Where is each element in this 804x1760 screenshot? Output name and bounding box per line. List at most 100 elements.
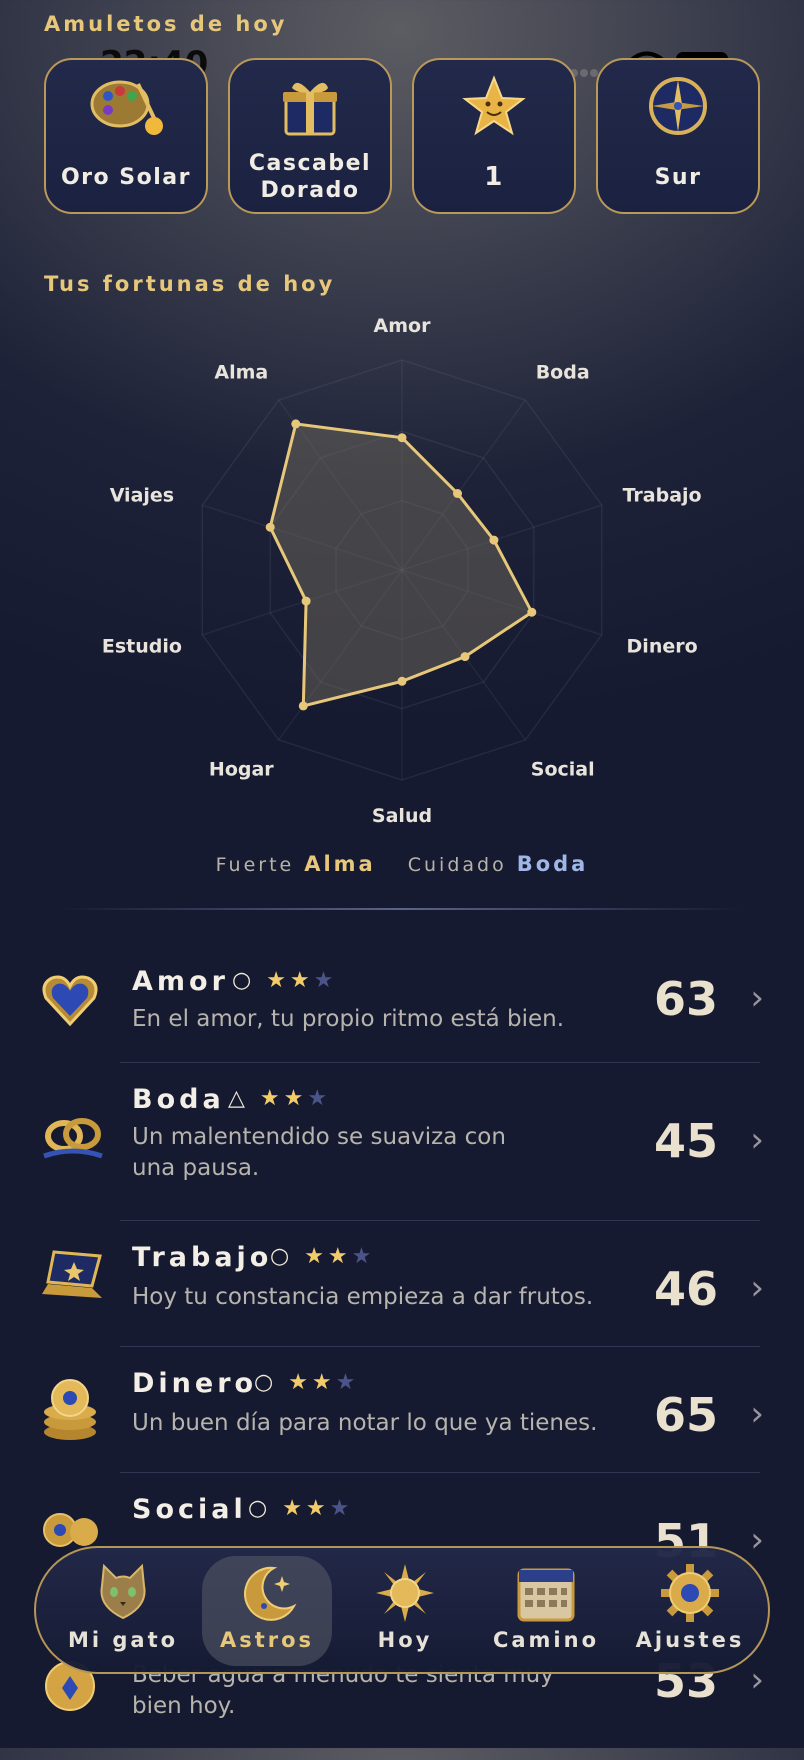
fortune-score: 63 [653, 972, 718, 1026]
fortune-rating: ○ ★★★ [254, 1370, 359, 1395]
fortune-name: Boda [132, 1084, 225, 1115]
fortune-name: Social [132, 1494, 247, 1525]
radar-axis-label-estudio: Estudio [102, 636, 182, 658]
star-filled-icon: ★★ [282, 1496, 330, 1521]
radar-axis-label-social: Social [531, 758, 595, 780]
radar-series-area [268, 422, 534, 708]
star-empty-icon: ★ [351, 1244, 376, 1269]
fortune-score: 46 [653, 1262, 718, 1316]
fortune-row-salud[interactable]: Beber agua a menudo te sienta muy bien h… [0, 1654, 804, 1760]
fortune-mark: ○ [254, 1370, 278, 1395]
radar-point-estudio [301, 596, 311, 606]
fortune-row-boda[interactable]: Boda △ ★★★ Un malentendido se suaviza co… [0, 1068, 804, 1218]
star-filled-icon: ★★ [266, 968, 314, 993]
coins-icon [44, 1379, 96, 1440]
fortune-row-trabajo[interactable]: Trabajo ○ ★★★ Hoy tu constancia empieza … [0, 1226, 804, 1346]
fortune-row-amor[interactable]: Amor ○ ★★★ En el amor, tu propio ritmo e… [0, 930, 804, 1056]
palette-icon [90, 80, 163, 135]
tab-hoy[interactable]: Hoy [340, 1556, 470, 1666]
heart-amulet-icon [42, 975, 98, 1027]
fortune-rating: ○ ★★★ [248, 1496, 353, 1521]
fortune-radar-chart: Amor Boda Trabajo Dinero Social Salud Hogar Est… [0, 300, 804, 860]
star-filled-icon: ★★ [304, 1244, 352, 1269]
tab-mi-gato[interactable]: Mi gato [58, 1556, 188, 1666]
fortune-rating: ○ ★★★ [232, 968, 337, 993]
radar-axis-label-boda: Boda [536, 362, 590, 384]
amulet-card-cascabel-dorado[interactable]: Cascabel Dorado [228, 58, 392, 214]
radar-axis-label-hogar: Hogar [209, 758, 274, 780]
chevron-right-icon: › [750, 1120, 764, 1160]
tab-label: Astros [219, 1628, 315, 1652]
radar-point-hogar [298, 701, 308, 711]
radar-point-dinero [527, 607, 537, 617]
moon-icon [244, 1566, 297, 1621]
legend-careful-value: Boda [516, 852, 589, 876]
fortune-description: Hoy tu constancia empieza a dar frutos. [132, 1284, 594, 1310]
compass-icon [649, 77, 707, 135]
tab-camino[interactable]: Camino [476, 1556, 616, 1666]
tab-ajustes[interactable]: Ajustes [620, 1556, 760, 1666]
star-empty-icon: ★ [329, 1496, 354, 1521]
fortune-description: En el amor, tu propio ritmo está bien. [132, 1006, 565, 1032]
chevron-right-icon: › [750, 1660, 764, 1700]
fortune-legend: Fuerte Alma Cuidado Boda [0, 852, 804, 876]
radar-axis-label-trabajo: Trabajo [623, 484, 702, 506]
fortune-description: Un malentendido se suaviza con una pausa… [132, 1124, 506, 1181]
chevron-right-icon: › [750, 1268, 764, 1308]
fortune-mark: ○ [232, 968, 256, 993]
amulet-label: Sur [654, 165, 702, 190]
gift-box-icon [283, 82, 337, 136]
rings-icon [43, 1118, 103, 1159]
calendar-icon [517, 1568, 575, 1622]
amulets-row: Oro Solar Cascabel Dorado 1 Sur [44, 58, 760, 216]
sun-icon [376, 1564, 434, 1622]
fortune-rating: △ ★★★ [228, 1086, 331, 1111]
tab-label: Mi gato [67, 1628, 179, 1652]
fortune-description: Un buen día para notar lo que ya tienes. [132, 1410, 598, 1436]
legend-strong-value: Alma [304, 852, 376, 876]
radar-axis-label-dinero: Dinero [627, 636, 698, 658]
amulet-card-oro-solar[interactable]: Oro Solar [44, 58, 208, 214]
row-divider [120, 1220, 760, 1221]
tab-astros[interactable]: Astros [202, 1556, 332, 1666]
radar-axis-label-alma: Alma [214, 362, 268, 384]
row-divider [120, 1346, 760, 1347]
radar-axis-label-amor: Amor [374, 315, 432, 337]
tab-label: Camino [492, 1628, 600, 1652]
fortune-mark: △ [228, 1086, 249, 1111]
fortune-rating: ○ ★★★ [270, 1244, 375, 1269]
star-empty-icon: ★ [313, 968, 338, 993]
radar-point-amor [397, 433, 407, 443]
divider [60, 908, 744, 910]
fortune-name: Amor [132, 966, 229, 997]
star-filled-icon: ★★ [288, 1370, 336, 1395]
radar-point-alma [291, 419, 301, 429]
radar-svg: Amor Boda Trabajo Dinero Social Salud Hogar Est… [102, 315, 702, 827]
fortune-row-dinero[interactable]: Dinero ○ ★★★ Un buen día para notar lo q… [0, 1352, 804, 1472]
fortune-name: Dinero [132, 1368, 258, 1399]
star-empty-icon: ★ [335, 1370, 360, 1395]
radar-axis-label-salud: Salud [372, 805, 432, 827]
amulet-label: Cascabel Dorado [248, 151, 372, 203]
amulets-title: Amuletos de hoy [44, 12, 288, 36]
tab-label: Hoy [377, 1628, 433, 1652]
star-filled-icon: ★★ [259, 1086, 308, 1111]
star-empty-icon: ★ [307, 1086, 332, 1111]
fortune-mark: ○ [248, 1496, 272, 1521]
laptop-icon [42, 1250, 102, 1298]
amulet-card-sur[interactable]: Sur [596, 58, 760, 214]
amulet-label: 1 [484, 162, 504, 192]
legend-strong-label: Fuerte [215, 854, 295, 876]
star-icon [462, 75, 526, 136]
radar-point-salud [397, 676, 407, 686]
tab-label: Ajustes [635, 1628, 745, 1652]
legend-careful-label: Cuidado [407, 854, 507, 876]
amulet-card-lucky-number[interactable]: 1 [412, 58, 576, 214]
social-icon [43, 1513, 98, 1547]
chevron-right-icon: › [750, 978, 764, 1018]
gear-icon [661, 1564, 719, 1622]
radar-point-trabajo [489, 535, 499, 545]
fortune-mark: ○ [270, 1244, 294, 1269]
fortune-score: 65 [653, 1388, 718, 1442]
fortune-name: Trabajo [132, 1242, 273, 1273]
